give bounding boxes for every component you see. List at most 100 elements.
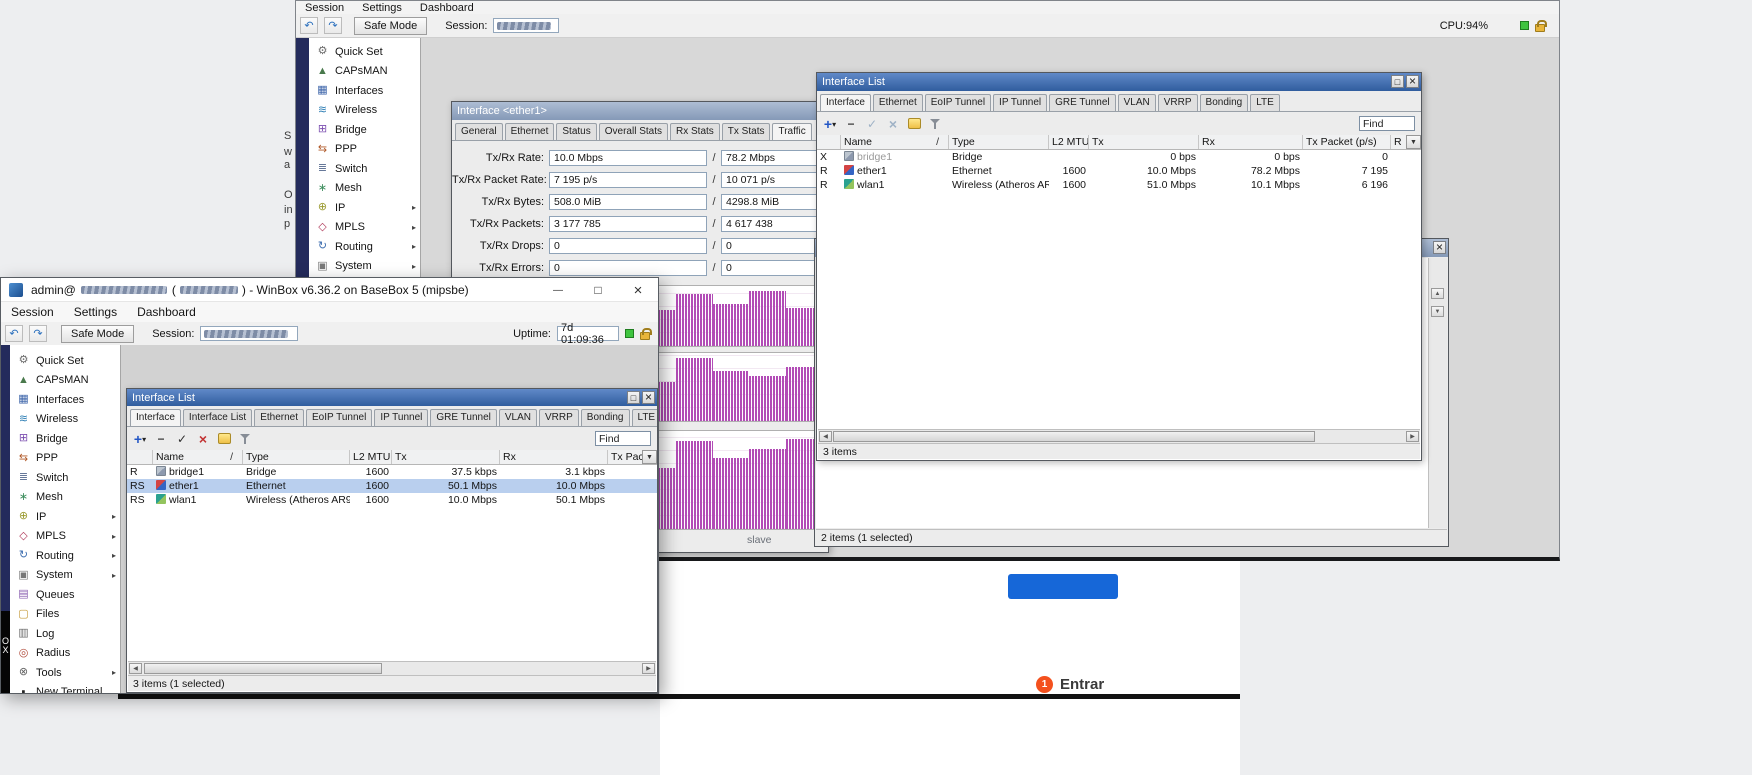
scroll-left-button[interactable] bbox=[129, 663, 142, 674]
tab-ip-tunnel[interactable]: IP Tunnel bbox=[993, 94, 1048, 111]
vertical-scrollbar[interactable] bbox=[1428, 258, 1447, 528]
tab-lte[interactable]: LTE bbox=[631, 409, 657, 426]
sidebar-item-ppp[interactable]: PPP bbox=[309, 140, 420, 160]
safe-mode-button[interactable]: Safe Mode bbox=[354, 16, 428, 35]
tab-general[interactable]: General bbox=[455, 123, 503, 140]
redo-button[interactable] bbox=[324, 17, 342, 34]
tab-traffic[interactable]: Traffic bbox=[772, 123, 812, 140]
tab-ethernet[interactable]: Ethernet bbox=[254, 409, 304, 426]
disable-button[interactable] bbox=[196, 431, 210, 447]
close-button[interactable] bbox=[618, 278, 658, 301]
scrollbar-thumb[interactable] bbox=[833, 431, 1315, 442]
horizontal-scrollbar[interactable] bbox=[128, 661, 656, 675]
column-name[interactable]: Name / bbox=[153, 450, 243, 464]
table-row-ether1[interactable]: R ether1 Ethernet 1600 10.0 Mbps 78.2 Mb… bbox=[817, 164, 1421, 178]
scroll-right-button[interactable] bbox=[642, 663, 655, 674]
menu-session[interactable]: Session bbox=[296, 2, 353, 14]
sidebar-item-radius[interactable]: Radius bbox=[10, 644, 120, 664]
column-name[interactable]: Name / bbox=[841, 135, 949, 149]
scroll-up-button[interactable] bbox=[1431, 288, 1444, 299]
scroll-left-button[interactable] bbox=[819, 431, 832, 442]
session-input[interactable] bbox=[200, 326, 299, 341]
comment-button[interactable] bbox=[907, 116, 921, 132]
restore-button[interactable] bbox=[1391, 75, 1404, 88]
sidebar-item-ip[interactable]: IP bbox=[10, 507, 120, 527]
sidebar-item-interfaces[interactable]: Interfaces bbox=[10, 390, 120, 410]
table-row-wlan1[interactable]: R wlan1 Wireless (Atheros AR9... 1600 51… bbox=[817, 178, 1421, 192]
column-tx[interactable]: Tx bbox=[392, 450, 500, 464]
column-rx[interactable]: Rx bbox=[500, 450, 608, 464]
tab-vrrp[interactable]: VRRP bbox=[539, 409, 579, 426]
add-button[interactable]: + bbox=[133, 431, 147, 447]
titlebar[interactable]: Interface <ether1> bbox=[452, 102, 828, 120]
restore-button[interactable] bbox=[627, 391, 640, 404]
tab-vlan[interactable]: VLAN bbox=[1117, 94, 1156, 111]
filter-button[interactable] bbox=[928, 116, 942, 132]
column-rx[interactable]: Rx bbox=[1199, 135, 1303, 149]
sidebar-item-ip[interactable]: IP bbox=[309, 198, 420, 218]
close-button[interactable] bbox=[642, 391, 655, 404]
tab-interface[interactable]: Interface bbox=[820, 94, 871, 111]
find-input[interactable] bbox=[595, 431, 651, 446]
tab-overall-stats[interactable]: Overall Stats bbox=[598, 123, 668, 140]
tab-bonding[interactable]: Bonding bbox=[580, 409, 630, 426]
sidebar-item-log[interactable]: Log bbox=[10, 624, 120, 644]
column-type[interactable]: Type bbox=[949, 135, 1049, 149]
tab-gre-tunnel[interactable]: GRE Tunnel bbox=[1049, 94, 1116, 111]
sidebar-item-capsman[interactable]: CAPsMAN bbox=[10, 371, 120, 391]
enable-button[interactable] bbox=[175, 431, 189, 447]
sidebar-item-system[interactable]: System bbox=[10, 566, 120, 586]
tab-ethernet[interactable]: Ethernet bbox=[872, 94, 923, 111]
tab-interface[interactable]: Interface bbox=[130, 409, 181, 426]
horizontal-scrollbar[interactable] bbox=[818, 429, 1420, 443]
maximize-button[interactable] bbox=[578, 278, 618, 301]
tab-vlan[interactable]: VLAN bbox=[498, 409, 537, 426]
minimize-button[interactable] bbox=[538, 278, 578, 301]
close-button[interactable] bbox=[1433, 241, 1446, 254]
sidebar-item-system[interactable]: System bbox=[309, 257, 420, 277]
table-row-wlan1[interactable]: RS wlan1 Wireless (Atheros AR9... 1600 1… bbox=[127, 493, 657, 507]
sidebar-item-mesh[interactable]: Mesh bbox=[309, 179, 420, 199]
sidebar-item-quick-set[interactable]: Quick Set bbox=[10, 351, 120, 371]
undo-button[interactable] bbox=[300, 17, 318, 34]
safe-mode-button[interactable]: Safe Mode bbox=[61, 324, 135, 343]
sidebar-item-wireless[interactable]: Wireless bbox=[10, 410, 120, 430]
tab-bonding[interactable]: Bonding bbox=[1199, 94, 1249, 111]
filter-button[interactable] bbox=[238, 431, 252, 447]
session-input[interactable] bbox=[493, 18, 560, 33]
scroll-right-button[interactable] bbox=[1406, 431, 1419, 442]
table-row-bridge1[interactable]: R bridge1 Bridge 1600 37.5 kbps 3.1 kbps bbox=[127, 465, 657, 479]
sidebar-item-mesh[interactable]: Mesh bbox=[10, 488, 120, 508]
disable-button[interactable] bbox=[886, 116, 900, 132]
titlebar[interactable]: admin@ ( ) - WinBox v6.36.2 on BaseBox 5… bbox=[1, 278, 658, 302]
tab-ethernet[interactable]: Ethernet bbox=[504, 123, 555, 140]
tab-lte[interactable]: LTE bbox=[1250, 94, 1280, 111]
table-row-bridge1[interactable]: X bridge1 Bridge 0 bps 0 bps 0 bbox=[817, 150, 1421, 164]
find-input[interactable] bbox=[1359, 116, 1415, 131]
undo-button[interactable] bbox=[5, 325, 23, 342]
menu-session[interactable]: Session bbox=[1, 305, 64, 319]
scroll-down-button[interactable] bbox=[1431, 306, 1444, 317]
column-tx[interactable]: Tx bbox=[1089, 135, 1199, 149]
titlebar[interactable]: Interface List bbox=[127, 389, 657, 406]
column-tx-packet[interactable]: Tx Packet (p/s) bbox=[1303, 135, 1391, 149]
sidebar-item-routing[interactable]: Routing bbox=[10, 546, 120, 566]
tab-status[interactable]: Status bbox=[556, 123, 597, 140]
column-l2mtu[interactable]: L2 MTU bbox=[350, 450, 392, 464]
sidebar-item-mpls[interactable]: MPLS bbox=[10, 527, 120, 547]
tab-eoip-tunnel[interactable]: EoIP Tunnel bbox=[306, 409, 373, 426]
sidebar-item-mpls[interactable]: MPLS bbox=[309, 218, 420, 238]
sidebar-item-new-terminal[interactable]: New Terminal bbox=[10, 683, 120, 693]
tab-vrrp[interactable]: VRRP bbox=[1157, 94, 1198, 111]
column-flags[interactable] bbox=[817, 135, 841, 149]
scrollbar-thumb[interactable] bbox=[144, 663, 382, 674]
page-blue-button[interactable] bbox=[1008, 574, 1118, 599]
tab-eoip-tunnel[interactable]: EoIP Tunnel bbox=[924, 94, 992, 111]
column-select-button[interactable] bbox=[642, 450, 657, 464]
sidebar-item-bridge[interactable]: Bridge bbox=[10, 429, 120, 449]
enable-button[interactable] bbox=[865, 116, 879, 132]
menu-dashboard[interactable]: Dashboard bbox=[127, 305, 206, 319]
page-entrar-control[interactable]: 1 Entrar bbox=[1036, 676, 1104, 693]
remove-button[interactable] bbox=[154, 431, 168, 447]
column-flags[interactable] bbox=[127, 450, 153, 464]
